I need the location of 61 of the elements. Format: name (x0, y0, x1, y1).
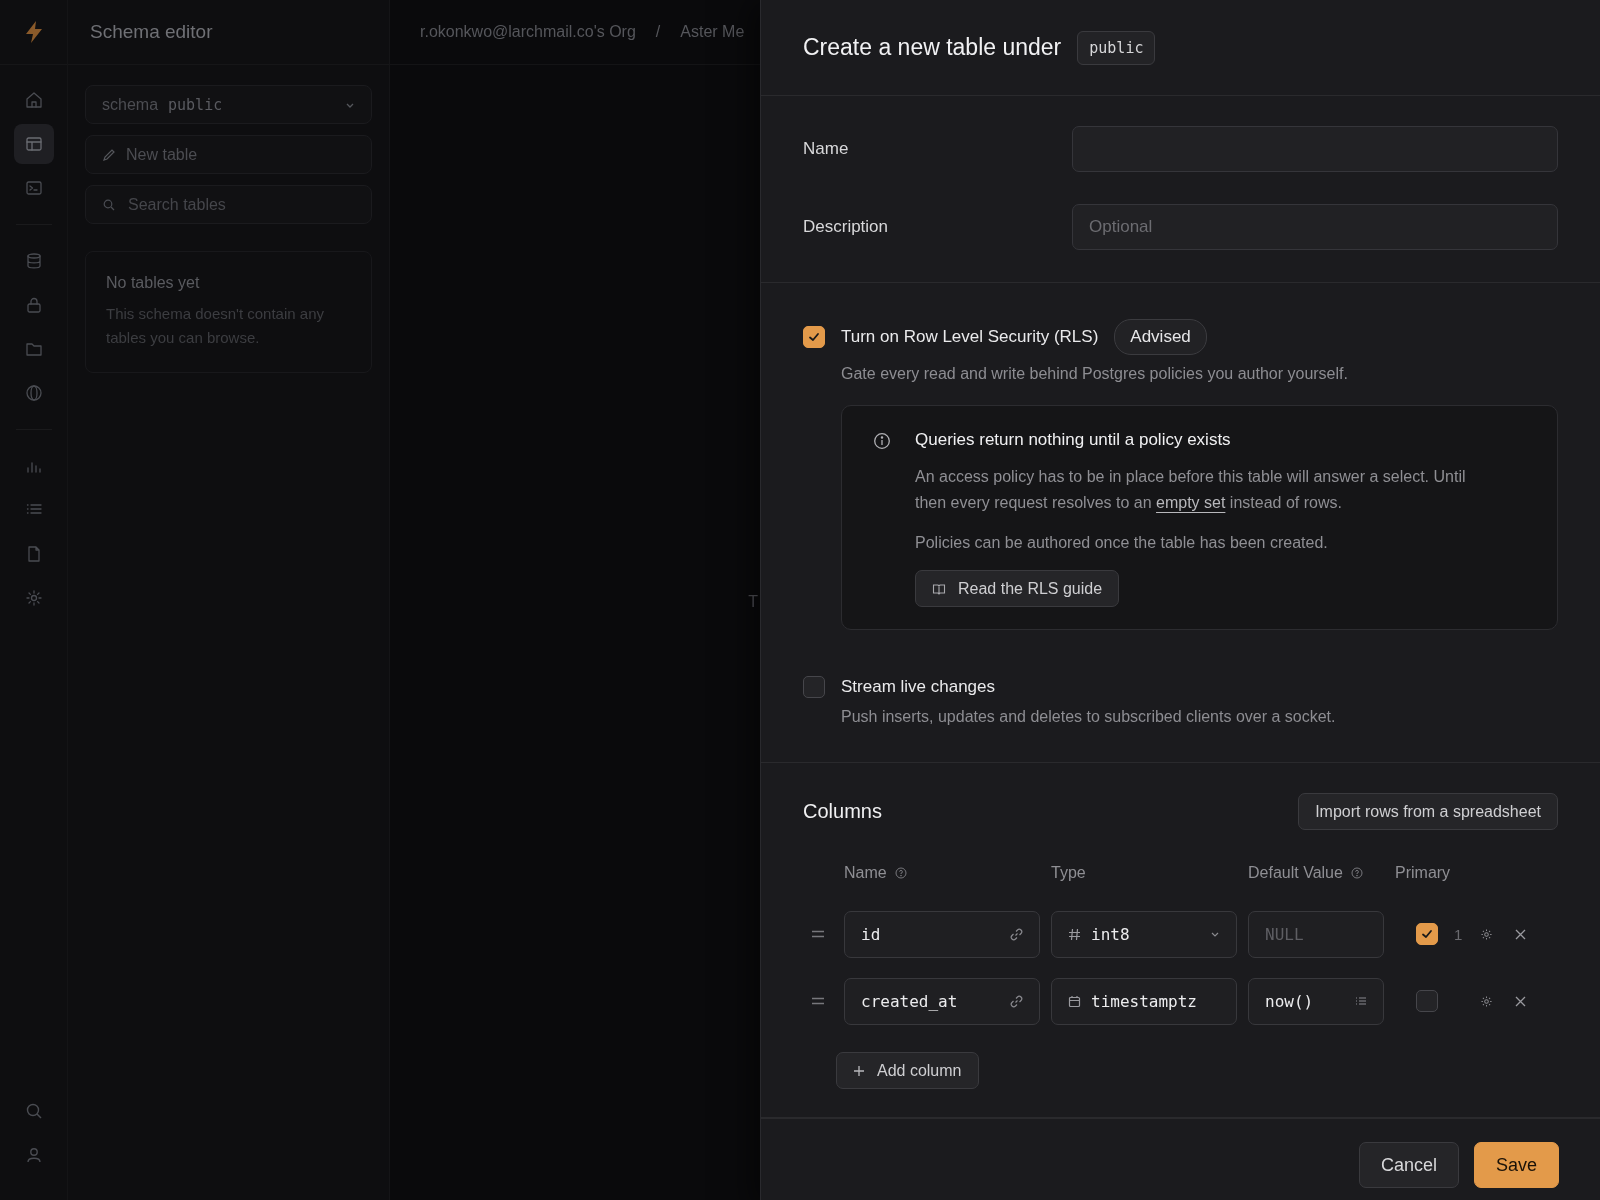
notice-text: An access policy has to be in place before this table will answer a select. Until then every request resolves to an empty set instead of rows. (915, 467, 1467, 513)
close-icon[interactable] (1515, 995, 1526, 1007)
option-label: Stream live changes (841, 677, 996, 697)
columns-title: Columns (803, 800, 882, 823)
column-name-field[interactable]: created_at (844, 977, 1040, 1025)
option-label: Turn on Row Level Security (RLS) (841, 327, 1099, 347)
column-header: Type (1051, 864, 1086, 882)
advised-badge: Advised (1114, 319, 1207, 355)
settings-icon[interactable] (1480, 927, 1493, 941)
empty-set-link[interactable]: empty set (1156, 494, 1226, 511)
link-icon (1010, 927, 1023, 941)
check-icon (807, 330, 821, 344)
column-header: Default Value (1248, 864, 1343, 882)
import-button[interactable]: Import rows from a spreadsheet (1298, 793, 1558, 830)
input-field[interactable]: Optional (1072, 204, 1558, 250)
panel-title: Create a new table under (803, 34, 1062, 61)
close-icon[interactable] (1515, 928, 1526, 940)
column-type-field[interactable]: timestamptz (1051, 977, 1237, 1025)
drag-handle-icon[interactable] (812, 930, 824, 938)
search-icon (103, 199, 115, 211)
help-icon (894, 867, 907, 879)
search-field[interactable]: Search tables (85, 185, 372, 224)
add-column-button[interactable]: Add column (836, 1052, 979, 1089)
field-label: Description (803, 217, 890, 237)
bolt-logo-icon (24, 21, 43, 43)
column-header: Primary (1395, 864, 1451, 882)
link-icon (1010, 994, 1023, 1008)
schema-tag: public (1077, 30, 1156, 65)
info-icon (873, 432, 891, 450)
hash-icon (1068, 927, 1081, 941)
primary-key-checkbox[interactable] (1416, 990, 1438, 1012)
help-icon (1350, 867, 1363, 879)
book-icon (932, 581, 946, 596)
checkbox[interactable] (803, 676, 825, 698)
input-field[interactable] (1072, 126, 1558, 172)
table-icon[interactable] (13, 124, 54, 164)
column-type-field[interactable]: int8 (1051, 910, 1237, 958)
empty-title: No tables yet (106, 274, 201, 292)
plus-icon (853, 1064, 865, 1077)
notice-note: Policies can be authored once the table has been created. (915, 533, 1329, 553)
drag-handle-icon[interactable] (812, 997, 824, 1005)
checkbox[interactable] (803, 326, 825, 348)
option-description: Push inserts, updates and deletes to subscribed clients over a socket. (841, 708, 1337, 726)
list-icon (1355, 995, 1367, 1007)
pencil-icon (102, 147, 116, 162)
option-description: Gate every read and write behind Postgres policies you author yourself. (841, 365, 1349, 383)
column-header: Name (844, 864, 887, 882)
primary-key-checkbox[interactable] (1416, 923, 1438, 945)
default-value-field[interactable]: now() (1248, 977, 1384, 1025)
breadcrumb-separator: / (655, 23, 661, 41)
cancel-button[interactable]: Cancel (1358, 1142, 1459, 1188)
calendar-icon (1068, 994, 1081, 1008)
save-button[interactable]: Save (1473, 1142, 1559, 1188)
read-guide-button[interactable]: Read the RLS guide (915, 570, 1120, 607)
primary-order: 1 (1454, 925, 1464, 943)
check-icon (1420, 927, 1434, 941)
field-label: Name (803, 139, 850, 159)
page-title: Schema editor (90, 21, 213, 43)
settings-icon[interactable] (1480, 994, 1493, 1008)
column-name-field[interactable]: id (844, 910, 1040, 958)
notice-title: Queries return nothing until a policy exists (915, 430, 1232, 450)
